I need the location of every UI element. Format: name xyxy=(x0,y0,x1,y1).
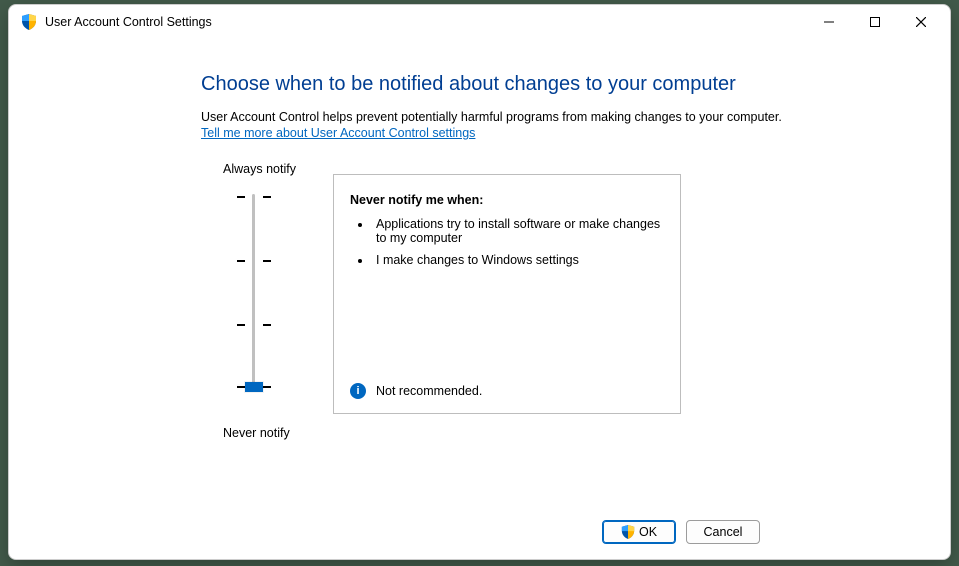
notification-description-panel: Never notify me when: Applications try t… xyxy=(333,174,681,414)
minimize-button[interactable] xyxy=(806,6,852,38)
slider-tick xyxy=(237,196,245,198)
minimize-icon xyxy=(824,17,834,27)
page-heading: Choose when to be notified about changes… xyxy=(201,73,950,96)
panel-bullet-item: Applications try to install software or … xyxy=(372,217,664,245)
ok-button-label: OK xyxy=(639,525,657,539)
dialog-footer: OK Cancel xyxy=(9,505,950,559)
cancel-button[interactable]: Cancel xyxy=(686,520,760,544)
help-link[interactable]: Tell me more about User Account Control … xyxy=(201,126,475,140)
content-area: Choose when to be notified about changes… xyxy=(9,39,950,505)
close-icon xyxy=(916,17,926,27)
uac-shield-icon xyxy=(621,525,635,539)
info-icon: i xyxy=(350,383,366,399)
slider-thumb[interactable] xyxy=(245,382,263,392)
close-button[interactable] xyxy=(898,6,944,38)
slider-area: Always notify Never notify Never notify … xyxy=(201,162,950,462)
maximize-button[interactable] xyxy=(852,6,898,38)
cancel-button-label: Cancel xyxy=(704,525,743,539)
uac-shield-icon xyxy=(21,14,37,30)
panel-bullet-list: Applications try to install software or … xyxy=(350,217,664,275)
panel-bullet-item: I make changes to Windows settings xyxy=(372,253,664,267)
panel-footer-text: Not recommended. xyxy=(376,384,482,398)
panel-footer: i Not recommended. xyxy=(350,383,664,399)
window-title: User Account Control Settings xyxy=(45,15,212,29)
panel-title: Never notify me when: xyxy=(350,193,664,207)
slider-tick xyxy=(237,324,245,326)
uac-settings-window: User Account Control Settings Choose whe… xyxy=(8,4,951,560)
slider-label-never-notify: Never notify xyxy=(223,426,290,440)
ok-button[interactable]: OK xyxy=(602,520,676,544)
slider-label-always-notify: Always notify xyxy=(223,162,296,176)
slider-tick xyxy=(263,324,271,326)
page-description: User Account Control helps prevent poten… xyxy=(201,110,950,124)
titlebar: User Account Control Settings xyxy=(9,5,950,39)
slider-tick xyxy=(237,386,245,388)
slider-tick xyxy=(263,260,271,262)
slider-tick xyxy=(263,196,271,198)
maximize-icon xyxy=(870,17,880,27)
slider-tick xyxy=(263,386,271,388)
slider-tick xyxy=(237,260,245,262)
slider-track xyxy=(252,194,255,388)
notification-level-slider[interactable] xyxy=(223,190,283,398)
